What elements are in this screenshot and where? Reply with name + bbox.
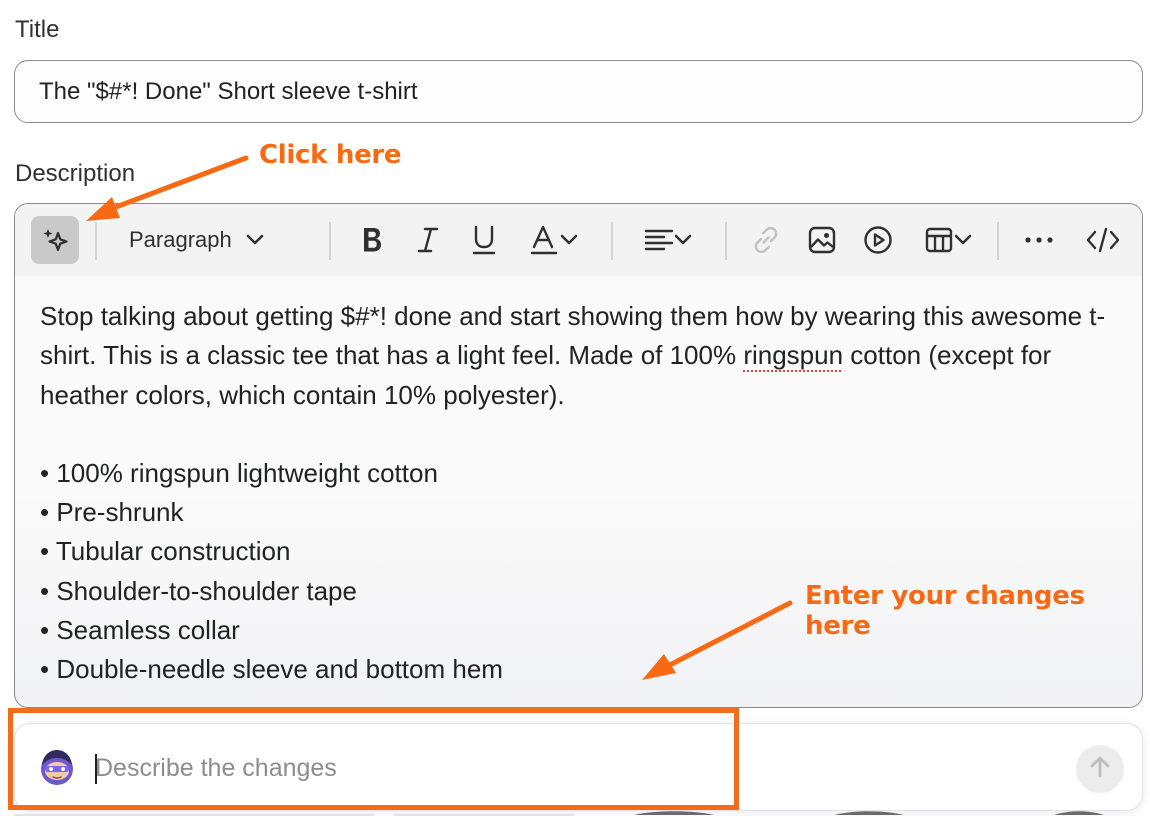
paragraph-label: Paragraph: [129, 227, 232, 252]
underline-icon: [471, 224, 497, 256]
list-item: 100% ringspun lightweight cotton: [40, 454, 1120, 493]
code-icon: [1086, 226, 1120, 254]
title-value: The "$#*! Done" Short sleeve t-shirt: [39, 77, 418, 105]
italic-button[interactable]: [411, 216, 445, 264]
send-button[interactable]: [1076, 745, 1124, 793]
link-button[interactable]: [749, 216, 783, 264]
title-label: Title: [15, 16, 60, 43]
enter-changes-annotation: Enter your changes here: [805, 581, 1085, 641]
sparkles-icon: [41, 226, 69, 254]
list-item: Double-needle sleeve and bottom hem: [40, 650, 1120, 689]
bold-icon: [360, 225, 384, 255]
image-button[interactable]: [805, 216, 839, 264]
feature-list: 100% ringspun lightweight cotton Pre-shr…: [40, 454, 1120, 690]
toolbar-divider: [329, 222, 331, 260]
align-button[interactable]: [637, 216, 699, 264]
toolbar-divider: [725, 222, 727, 260]
italic-icon: [416, 225, 440, 255]
underline-button[interactable]: [467, 216, 501, 264]
more-icon: [1024, 236, 1054, 244]
magic-assistant-button[interactable]: [31, 216, 79, 264]
misspelled-word: ringspun: [743, 340, 844, 371]
text-color-icon: [530, 224, 560, 256]
link-icon: [751, 225, 781, 255]
image-icon: [807, 225, 837, 255]
title-field[interactable]: The "$#*! Done" Short sleeve t-shirt: [14, 60, 1143, 123]
text-color-button[interactable]: [523, 216, 585, 264]
chevron-down-icon: [954, 234, 972, 246]
product-image-strip: [14, 811, 1104, 816]
chevron-down-icon: [674, 234, 692, 246]
assistant-avatar-icon: [37, 747, 77, 787]
click-here-annotation: Click here: [259, 140, 402, 170]
list-item: Pre-shrunk: [40, 493, 1120, 532]
bold-button[interactable]: [355, 216, 389, 264]
toolbar-divider: [611, 222, 613, 260]
paragraph-format-select[interactable]: Paragraph: [129, 216, 304, 264]
table-button[interactable]: [917, 216, 979, 264]
description-label: Description: [15, 160, 136, 187]
editor-toolbar: Paragraph: [15, 204, 1142, 276]
ai-chat-box: [14, 723, 1143, 811]
toolbar-divider: [95, 222, 97, 260]
video-icon: [863, 225, 893, 255]
product-form: Title The "$#*! Done" Short sleeve t-shi…: [0, 0, 1150, 816]
more-button[interactable]: [1021, 216, 1057, 264]
toolbar-divider: [997, 222, 999, 260]
align-icon: [644, 228, 674, 252]
list-item: Tubular construction: [40, 532, 1120, 571]
arrow-up-icon: [1089, 755, 1111, 784]
chevron-down-icon: [246, 234, 264, 246]
description-paragraph: Stop talking about getting $#*! done and…: [40, 297, 1120, 415]
code-view-button[interactable]: [1083, 216, 1123, 264]
video-button[interactable]: [861, 216, 895, 264]
describe-changes-input[interactable]: [95, 746, 995, 790]
chevron-down-icon: [560, 234, 578, 246]
table-icon: [924, 225, 954, 255]
